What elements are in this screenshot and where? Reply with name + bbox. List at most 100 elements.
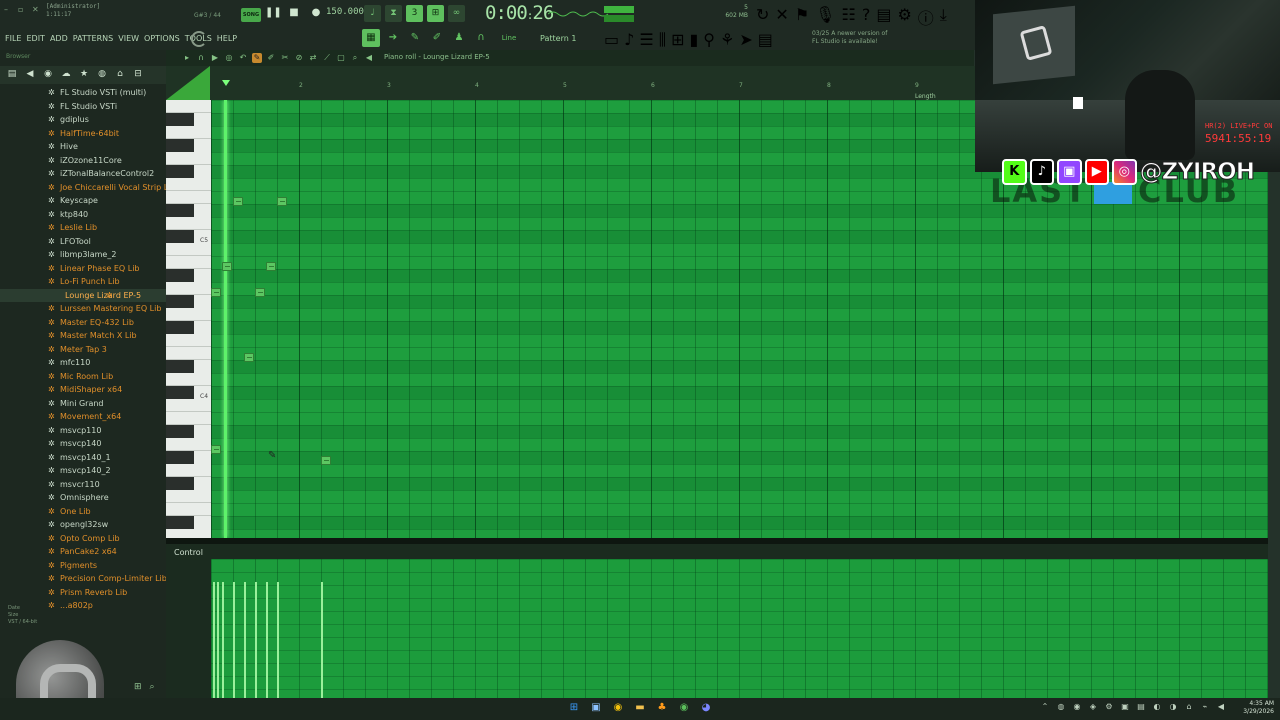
- length-marker[interactable]: Length: [915, 93, 936, 100]
- browser-item[interactable]: ✲ msvcr110: [0, 478, 166, 492]
- white-key[interactable]: [166, 503, 211, 516]
- paint-tool-icon[interactable]: ✐: [266, 53, 276, 63]
- step-edit-icon[interactable]: ⊞: [427, 5, 444, 22]
- browser-item[interactable]: ✲ One Lib: [0, 505, 166, 519]
- plugin-icon[interactable]: ⚙: [897, 5, 911, 29]
- channel-rack-icon[interactable]: ⚑: [795, 5, 809, 29]
- close-icon[interactable]: ✕: [32, 6, 40, 14]
- select-tool-icon[interactable]: ▢: [336, 53, 346, 63]
- black-key[interactable]: [166, 165, 194, 178]
- slip-tool-icon[interactable]: ⇄: [308, 53, 318, 63]
- white-key[interactable]: [166, 529, 211, 538]
- browser-item[interactable]: ✲ Hive: [0, 140, 166, 154]
- tuner-icon[interactable]: ⚲: [703, 30, 715, 50]
- velocity-bar[interactable]: [277, 582, 279, 700]
- network-icon[interactable]: ⌁: [1200, 702, 1210, 712]
- playlist-icon[interactable]: ✕: [775, 5, 788, 29]
- black-key[interactable]: [166, 113, 194, 126]
- slice-tool-icon[interactable]: ⟋: [322, 53, 332, 63]
- white-key[interactable]: [166, 334, 211, 347]
- update-news[interactable]: 03/25 A newer version of FL Studio is av…: [812, 30, 902, 46]
- white-key[interactable]: [166, 373, 211, 386]
- stamp-icon[interactable]: ♟: [450, 29, 468, 47]
- back-icon[interactable]: ◀: [24, 68, 36, 80]
- browser-item[interactable]: ✲ msvcp140: [0, 437, 166, 451]
- white-key[interactable]: [166, 347, 211, 360]
- wait-input-icon[interactable]: ⧗: [385, 5, 402, 22]
- tempo-display[interactable]: 150.000: [326, 7, 364, 17]
- sampler-icon[interactable]: ⚘: [720, 30, 734, 50]
- draw-tool-icon[interactable]: ✎: [252, 53, 262, 63]
- pencil-icon[interactable]: ✐: [428, 29, 446, 47]
- velocity-bar[interactable]: [244, 582, 246, 700]
- browser-item[interactable]: ✲ HalfTime-64bit: [0, 127, 166, 141]
- browser-item[interactable]: ✲ Master EQ-432 Lib: [0, 316, 166, 330]
- browser-item[interactable]: ✲ ktp840: [0, 208, 166, 222]
- chrome-2-icon[interactable]: ◉: [677, 701, 691, 715]
- pat-song-icon[interactable]: ▦: [362, 29, 380, 47]
- browser-item[interactable]: ✲ Pigments: [0, 559, 166, 573]
- record-icon[interactable]: ●: [309, 6, 323, 20]
- midi-note[interactable]: [255, 288, 265, 297]
- magnet-icon[interactable]: ∩: [472, 29, 490, 47]
- browser-item[interactable]: ✲ Linear Phase EQ Lib: [0, 262, 166, 276]
- black-key[interactable]: [166, 425, 194, 438]
- midi-note[interactable]: [222, 262, 232, 271]
- speaker-icon[interactable]: ◀: [364, 53, 374, 63]
- render-icon[interactable]: ▤: [758, 30, 773, 50]
- grid-icon[interactable]: ⊞: [134, 682, 142, 692]
- search-icon[interactable]: ⌕: [150, 682, 155, 692]
- white-key[interactable]: [166, 412, 211, 425]
- task-view-icon[interactable]: ▣: [589, 701, 603, 715]
- menu-patterns[interactable]: PATTERNS: [73, 34, 113, 43]
- browser-item[interactable]: ✲ Lurssen Mastering EQ Lib: [0, 302, 166, 316]
- midi-note[interactable]: [277, 197, 287, 206]
- brush-icon[interactable]: ✎: [406, 29, 424, 47]
- velocity-bar[interactable]: [266, 582, 268, 700]
- velocity-bar[interactable]: [233, 582, 235, 700]
- midi-note[interactable]: [321, 456, 331, 465]
- browser-item[interactable]: ✲ Prism Reverb Lib: [0, 586, 166, 600]
- midi-note[interactable]: [211, 445, 221, 454]
- velocity-bar[interactable]: [222, 582, 224, 700]
- play-arrow-icon[interactable]: ▶: [210, 53, 220, 63]
- browser-item[interactable]: ✲ Leslie Lib: [0, 221, 166, 235]
- help-icon[interactable]: ?: [862, 5, 871, 29]
- white-key[interactable]: [166, 464, 211, 477]
- browser-item[interactable]: ✲ iZTonalBalanceControl2: [0, 167, 166, 181]
- tray-app-4-icon[interactable]: ⚙: [1104, 702, 1114, 712]
- arrow-right-icon[interactable]: ➔: [384, 29, 402, 47]
- tag-icon[interactable]: ⌂: [114, 68, 126, 80]
- song-mode-toggle[interactable]: SONG: [241, 8, 261, 22]
- browser-item[interactable]: ✲ Opto Comp Lib: [0, 532, 166, 546]
- discord-icon[interactable]: ◕: [699, 701, 713, 715]
- loop-record-icon[interactable]: ∞: [448, 5, 465, 22]
- menu-add[interactable]: ADD: [50, 34, 68, 43]
- channel-rack-toggle-icon[interactable]: ☰: [639, 30, 653, 50]
- tray-app-1-icon[interactable]: ◍: [1056, 702, 1066, 712]
- tray-app-8-icon[interactable]: ◑: [1168, 702, 1178, 712]
- metronome-icon[interactable]: ♩: [364, 5, 381, 22]
- midi-note[interactable]: [233, 197, 243, 206]
- play-icon[interactable]: ❚❚: [265, 6, 282, 20]
- mixer-icon[interactable]: ▤: [876, 5, 891, 29]
- download-icon[interactable]: ⤓: [940, 5, 947, 29]
- tray-app-6-icon[interactable]: ▤: [1136, 702, 1146, 712]
- browser-item[interactable]: ✲ msvcp140_1: [0, 451, 166, 465]
- playhead-marker[interactable]: [222, 80, 230, 86]
- black-key[interactable]: [166, 204, 194, 217]
- browser-item[interactable]: ✲ FL Studio VSTi: [0, 100, 166, 114]
- white-key[interactable]: [166, 217, 211, 230]
- browser-item[interactable]: ✲ opengl32sw: [0, 518, 166, 532]
- browser-item[interactable]: ✲ LFOTool: [0, 235, 166, 249]
- white-key[interactable]: [166, 126, 211, 139]
- control-selector[interactable]: Control: [174, 548, 203, 557]
- white-key[interactable]: [166, 152, 211, 165]
- info-icon[interactable]: ⓘ: [918, 5, 934, 29]
- browser-item[interactable]: ✲ msvcp140_2: [0, 464, 166, 478]
- send-icon[interactable]: ➤: [739, 30, 752, 50]
- browser-item[interactable]: ✲ MidiShaper x64: [0, 383, 166, 397]
- velocity-bar[interactable]: [217, 582, 219, 700]
- tray-app-9-icon[interactable]: ⌂: [1184, 702, 1194, 712]
- explorer-icon[interactable]: ▬: [633, 701, 647, 715]
